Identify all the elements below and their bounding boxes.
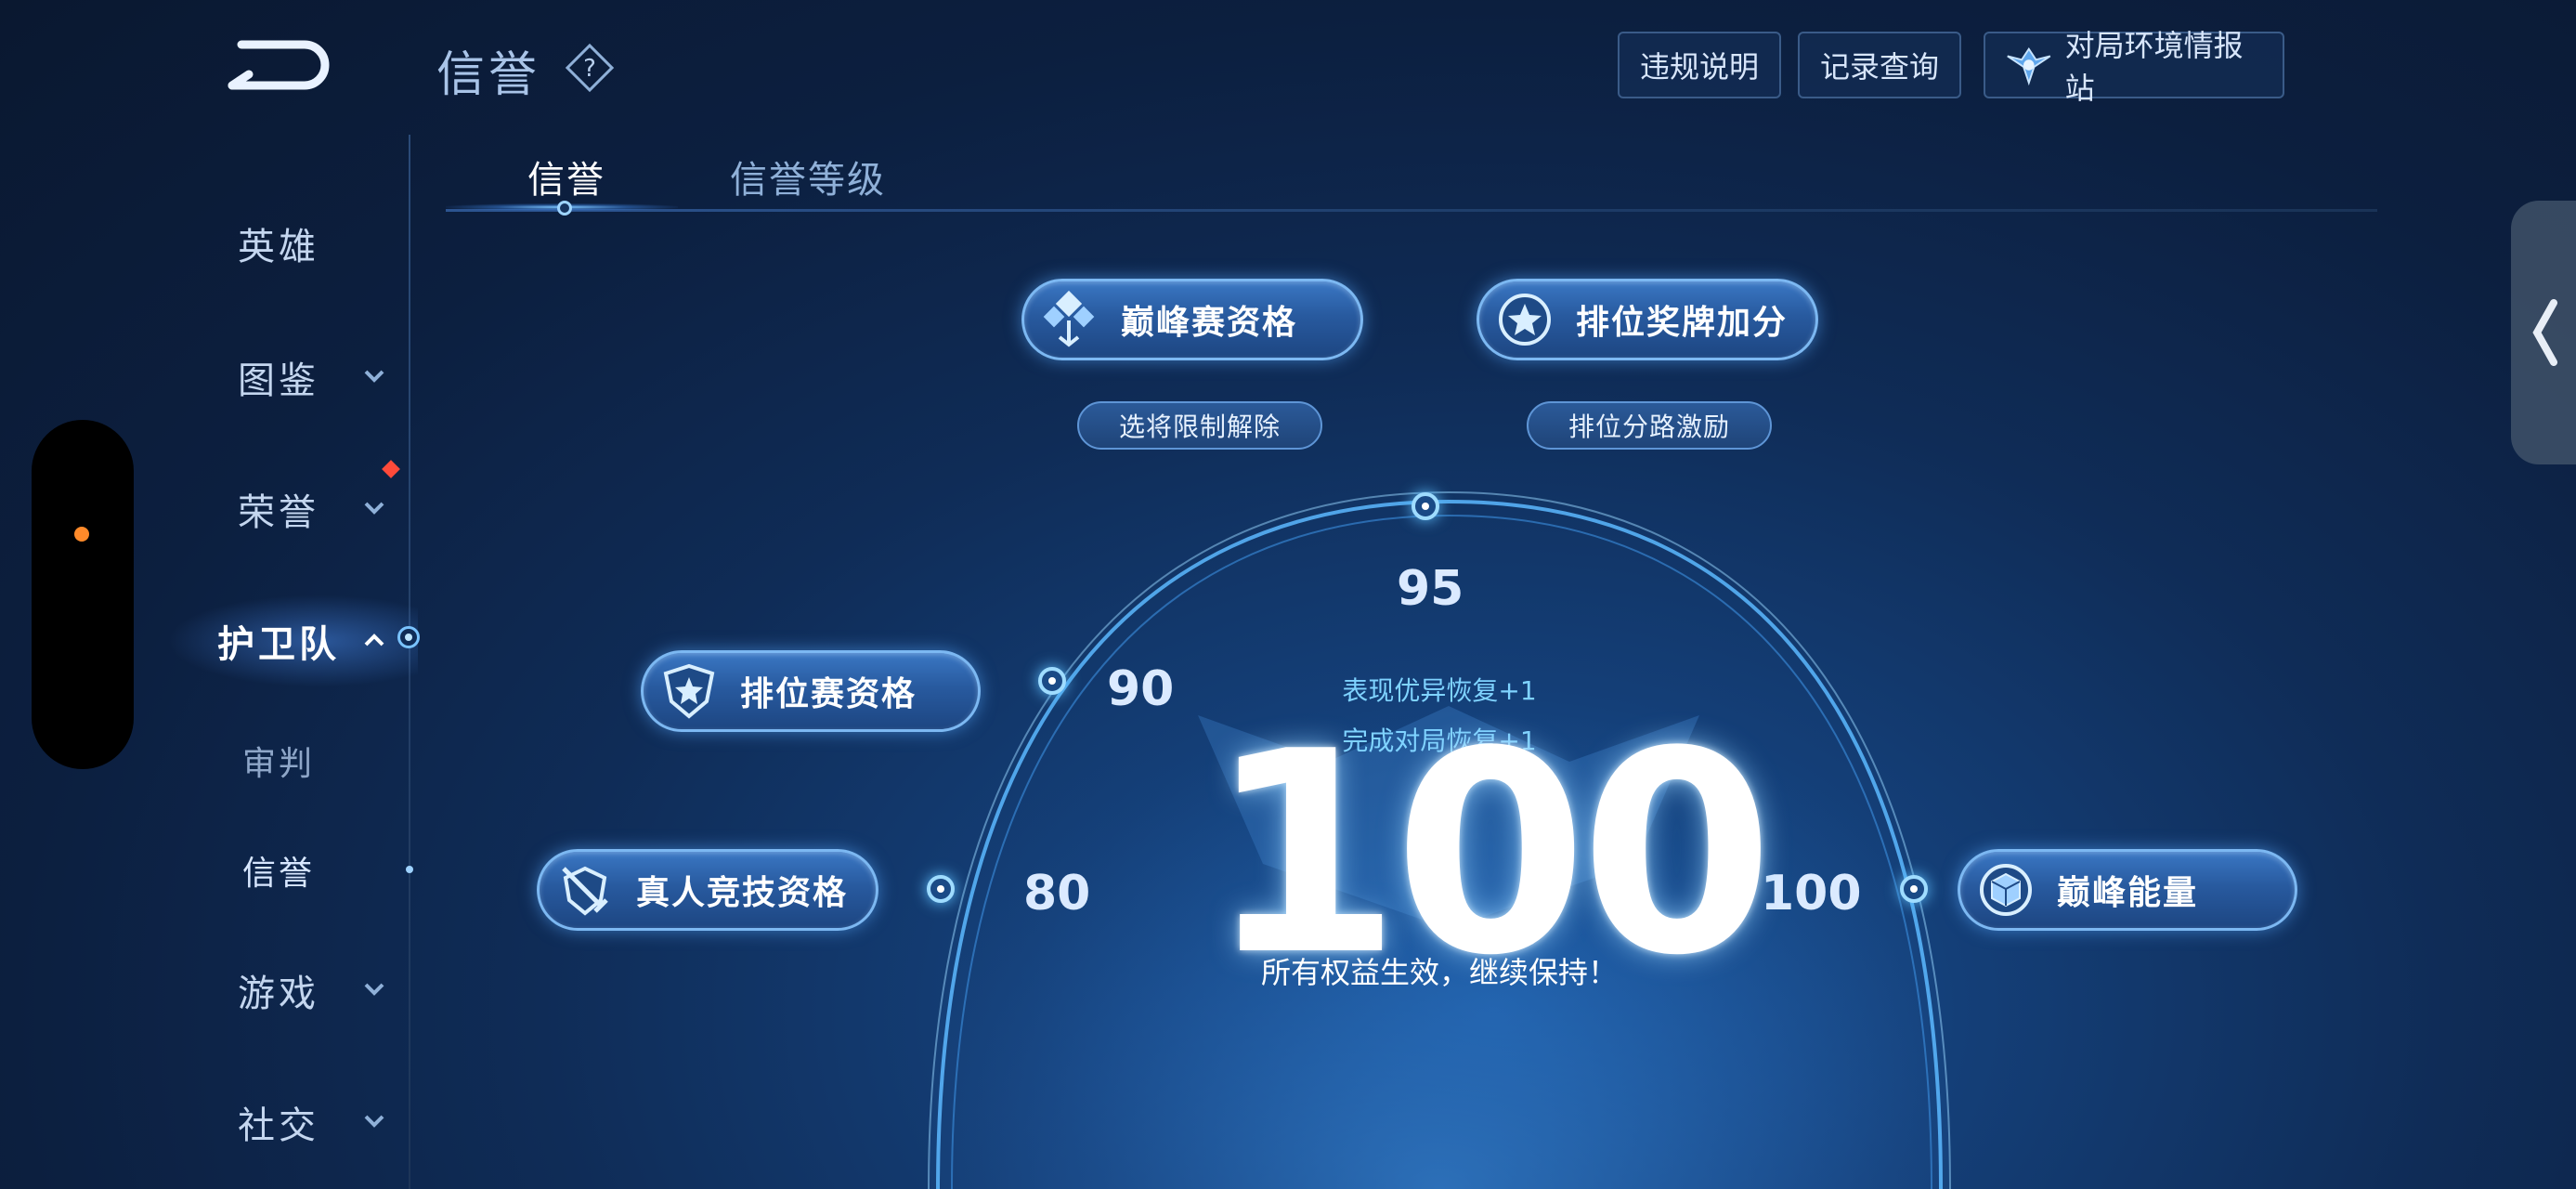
tick-label-90: 90	[1107, 661, 1175, 717]
svg-text:?: ?	[583, 55, 596, 83]
pill-label: 巅峰赛资格	[1121, 304, 1298, 342]
chevron-down-icon	[364, 370, 384, 383]
score-status-note: 所有权益生效，继续保持！	[1260, 955, 1618, 990]
wings-emblem-icon	[2007, 47, 2051, 86]
chevron-down-icon	[364, 1115, 384, 1128]
pill-label: 巅峰能量	[2057, 874, 2199, 912]
sidebar-item-game[interactable]: 游戏	[167, 953, 390, 1027]
tab-label: 信誉	[527, 159, 605, 202]
gauge-node-90	[1038, 667, 1066, 695]
sidebar-item-guard-team[interactable]: 护卫队	[167, 604, 390, 678]
match-environment-label: 对局环境情报站	[2064, 28, 2244, 106]
status-dot	[74, 527, 89, 542]
sidebar-item-label: 护卫队	[217, 623, 340, 666]
sidebar-subitem-credit[interactable]: 信誉	[186, 838, 371, 903]
chevron-up-icon	[364, 634, 384, 647]
tag-label: 排位分路激励	[1568, 412, 1730, 442]
gauge-node-95	[1412, 492, 1439, 520]
star-medal-icon	[1499, 294, 1551, 346]
sidebar-item-label: 图鉴	[238, 359, 319, 402]
sidebar-item-label: 荣誉	[238, 491, 319, 534]
sidebar-item-label: 社交	[238, 1104, 319, 1147]
peak-energy-button[interactable]: 巅峰能量	[1958, 849, 2297, 931]
tab-credit[interactable]: 信誉	[501, 149, 631, 204]
sidebar-subitem-label: 审判	[241, 745, 315, 783]
chevron-down-icon	[364, 502, 384, 515]
sword-shield-icon	[562, 866, 608, 916]
page-title: 信誉	[436, 47, 541, 103]
hero-pick-unlock-tag: 选将限制解除	[1077, 401, 1322, 450]
ranked-match-qualification-button[interactable]: 排位赛资格	[641, 650, 981, 732]
energy-cube-icon	[1980, 864, 2032, 916]
sidebar-item-label: 游戏	[238, 973, 319, 1015]
gauge-node-80	[927, 875, 955, 903]
chevron-left-icon	[2532, 299, 2557, 366]
record-query-label: 记录查询	[1819, 49, 1939, 85]
help-icon[interactable]: ?	[563, 41, 617, 95]
pill-label: 排位奖牌加分	[1576, 304, 1789, 342]
tab-divider	[446, 209, 2377, 212]
tag-label: 选将限制解除	[1118, 412, 1281, 442]
chevron-down-icon	[364, 983, 384, 996]
tab-active-dot	[557, 201, 572, 216]
sidebar-subitem-label: 信誉	[241, 855, 315, 893]
rank-lane-incentive-tag: 排位分路激励	[1527, 401, 1772, 450]
tick-label-80: 80	[1023, 866, 1091, 921]
tab-label: 信誉等级	[730, 159, 886, 202]
sidebar-item-social[interactable]: 社交	[167, 1085, 390, 1159]
sidebar-subitem-judgment[interactable]: 审判	[186, 728, 371, 793]
floating-pill[interactable]	[32, 420, 134, 769]
peak-match-qualification-button[interactable]: 巅峰赛资格	[1021, 279, 1363, 360]
sidebar-item-label: 英雄	[238, 226, 319, 268]
gauge-node-100	[1900, 875, 1928, 903]
back-button[interactable]	[223, 32, 334, 97]
star-shield-icon	[663, 663, 715, 719]
rank-medal-bonus-button[interactable]: 排位奖牌加分	[1477, 279, 1818, 360]
sidebar-item-heroes[interactable]: 英雄	[167, 206, 390, 281]
pill-label: 真人竞技资格	[636, 874, 849, 912]
violation-info-button[interactable]: 违规说明	[1618, 32, 1781, 98]
violation-info-label: 违规说明	[1639, 49, 1759, 85]
record-query-button[interactable]: 记录查询	[1798, 32, 1961, 98]
match-environment-button[interactable]: 对局环境情报站	[1984, 28, 2284, 106]
tick-label-100: 100	[1761, 866, 1862, 921]
tick-label-95: 95	[1397, 561, 1464, 617]
peak-diamond-icon	[1043, 290, 1095, 347]
pvp-match-qualification-button[interactable]: 真人竞技资格	[537, 849, 878, 931]
tab-credit-level[interactable]: 信誉等级	[715, 149, 901, 204]
side-drawer-handle[interactable]	[2511, 201, 2576, 464]
sidebar-item-collection[interactable]: 图鉴	[167, 340, 390, 414]
pill-label: 排位赛资格	[740, 675, 917, 713]
back-arrow-icon	[228, 40, 330, 90]
sidebar-item-honor[interactable]: 荣誉	[167, 472, 390, 546]
